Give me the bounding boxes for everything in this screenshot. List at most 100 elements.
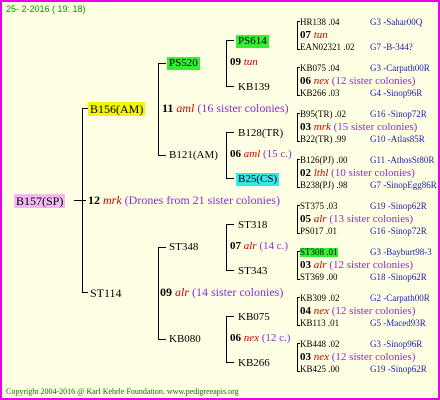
gen4-sire-top-7: KB448 .02	[300, 339, 340, 349]
gen1-queen-0: B156(AM)	[88, 102, 146, 116]
root-queen-id: B157(SP)	[14, 194, 66, 208]
gen4-sire-bot-4: PS017 .01	[300, 226, 338, 236]
gen4-vbar-6	[297, 297, 298, 325]
gen2-1-note: (15 c.)	[263, 148, 292, 160]
root-vbar	[82, 108, 83, 293]
footer-copyright: Copyright 2004-2016 @ Karl Kehrle Founda…	[6, 387, 239, 396]
gen4-5-race: alr	[311, 259, 330, 271]
gen4-origin-top-3: G11 -AthosSt80R	[370, 155, 435, 165]
gen4-origin-top-4: G19 -Sinop62R	[370, 201, 427, 211]
gen4-2-colony: 03 mrk (15 sister colonies)	[300, 122, 417, 133]
gen4-origin-bot-6: G5 -Maced93R	[370, 318, 426, 328]
root-note: (Drones from 21 sister colonies)	[124, 193, 280, 207]
gen1-1-race: alr	[172, 285, 193, 299]
gen3-connector-b-0	[226, 86, 234, 87]
gen2-0-number: 09	[230, 56, 241, 68]
gen2-1-colony: 06 aml (15 c.)	[230, 149, 292, 160]
gen2-queen-1: B121(AM)	[169, 149, 218, 161]
gen4-3-number: 02	[300, 167, 311, 179]
gen4-origin-bot-4: G16 -Sinop72R	[370, 226, 427, 236]
gen3-queen-4: ST318	[238, 219, 268, 231]
gen4-7-note: (12 sister colonies)	[331, 351, 416, 363]
header-date: 25- 2-2016 ( 19: 18)	[6, 4, 86, 14]
gen4-vbar-7	[297, 343, 298, 371]
root-connector	[74, 200, 86, 201]
gen3-queen-6: KB075	[238, 311, 270, 323]
gen1-0-note: (16 sister colonies)	[197, 101, 289, 115]
gen2-c-connector	[158, 247, 166, 248]
gen1-queen-1: ST114	[90, 286, 122, 300]
gen2-vbar-2	[226, 224, 227, 270]
gen2-3-note: (12 c.)	[261, 332, 291, 344]
gen2-vbar-0	[226, 40, 227, 86]
gen4-7-number: 03	[300, 351, 311, 363]
gen1-b-vbar	[158, 247, 159, 339]
gen4-6-number: 04	[300, 305, 311, 317]
gen4-vbar-5	[297, 251, 298, 279]
gen3-connector-b-3	[226, 362, 234, 363]
gen4-origin-top-0: G3 -Sahar00Q	[370, 17, 423, 27]
gen2-0-race: tun	[241, 56, 258, 68]
gen4-1-colony: 06 nex (12 sister colonies)	[300, 76, 415, 87]
gen4-origin-top-5: G3 -Bayburt98-3	[370, 247, 432, 257]
gen4-origin-bot-5: G18 -Sinop62R	[370, 272, 427, 282]
gen4-origin-bot-3: G7 -SinopEgg86R	[370, 180, 437, 190]
gen4-2-race: mrk	[311, 121, 334, 133]
gen4-2-number: 03	[300, 121, 311, 133]
gen3-connector-b-1	[226, 178, 234, 179]
gen1-0-colony: 11 aml (16 sister colonies)	[162, 102, 289, 114]
gen2-vbar-1	[226, 132, 227, 178]
gen4-sire-bot-5: ST369 .00	[300, 272, 338, 282]
gen4-sire-bot-2: B22(TR) .99	[300, 134, 346, 144]
gen4-2-note: (15 sister colonies)	[333, 121, 418, 133]
gen4-vbar-2	[297, 113, 298, 141]
gen2-1-number: 06	[230, 148, 241, 160]
gen1-1-number: 09	[160, 285, 172, 299]
gen4-sire-top-4: ST375 .03	[300, 201, 338, 211]
gen4-5-note: (12 sister colonies)	[329, 259, 414, 271]
gen4-sire-bot-3: B238(PJ) .98	[300, 180, 348, 190]
gen2-d-connector	[158, 339, 166, 340]
gen3-queen-2: B128(TR)	[238, 127, 284, 139]
gen4-0-number: 07	[300, 29, 311, 41]
root-race: mrk	[100, 193, 125, 207]
gen4-origin-bot-0: G7 -B-344?	[370, 42, 413, 52]
gen3-queen-0: PS614	[236, 35, 269, 48]
gen3-connector-a-2	[226, 224, 234, 225]
gen2-3-number: 06	[230, 332, 241, 344]
gen4-origin-top-2: G16 -Sinop72R	[370, 109, 427, 119]
gen4-vbar-4	[297, 205, 298, 233]
gen1-0-race: aml	[173, 101, 198, 115]
gen4-sire-bot-6: KB113 .01	[300, 318, 340, 328]
gen4-6-note: (12 sister colonies)	[331, 305, 416, 317]
gen4-vbar-1	[297, 67, 298, 95]
gen3-connector-a-3	[226, 316, 234, 317]
gen4-7-colony: 03 nex (12 sister colonies)	[300, 352, 415, 363]
gen4-origin-top-6: G2 -Carpath00R	[370, 293, 430, 303]
gen3-connector-a-0	[226, 40, 234, 41]
gen4-sire-bot-7: KB425 .00	[300, 364, 340, 374]
gen4-sire-top-0: HR138 .04	[300, 17, 340, 27]
gen4-6-colony: 04 nex (12 sister colonies)	[300, 306, 415, 317]
gen4-origin-top-7: G3 -Sinop96R	[370, 339, 423, 349]
gen4-0-colony: 07 tun	[300, 30, 328, 41]
gen4-3-colony: 02 lthl (10 sister colonies)	[300, 168, 415, 179]
gen3-queen-3: B25(CS)	[236, 173, 280, 186]
gen4-1-note: (12 sister colonies)	[331, 75, 416, 87]
gen4-3-note: (10 sister colonies)	[331, 167, 415, 179]
gen1-0-number: 11	[162, 101, 174, 115]
gen2-3-race: nex	[241, 332, 262, 344]
pedigree-frame: 25- 2-2016 ( 19: 18) Copyright 2004-2016…	[0, 0, 440, 400]
gen3-connector-b-2	[226, 270, 234, 271]
gen2-3-colony: 06 nex (12 c.)	[230, 333, 290, 344]
gen4-origin-bot-2: G10 -Atlas85R	[370, 134, 425, 144]
gen4-sire-top-2: B95(TR) .02	[300, 109, 346, 119]
gen4-6-race: nex	[311, 305, 332, 317]
gen4-origin-top-1: G3 -Carpath00R	[370, 63, 430, 73]
gen2-2-colony: 07 alr (14 c.)	[230, 241, 288, 252]
gen2-queen-2: ST348	[169, 241, 199, 253]
gen2-b-connector	[158, 155, 166, 156]
gen4-4-race: alr	[311, 213, 330, 225]
gen4-sire-bot-0: EAN02321 .02	[300, 42, 355, 52]
gen4-1-number: 06	[300, 75, 311, 87]
